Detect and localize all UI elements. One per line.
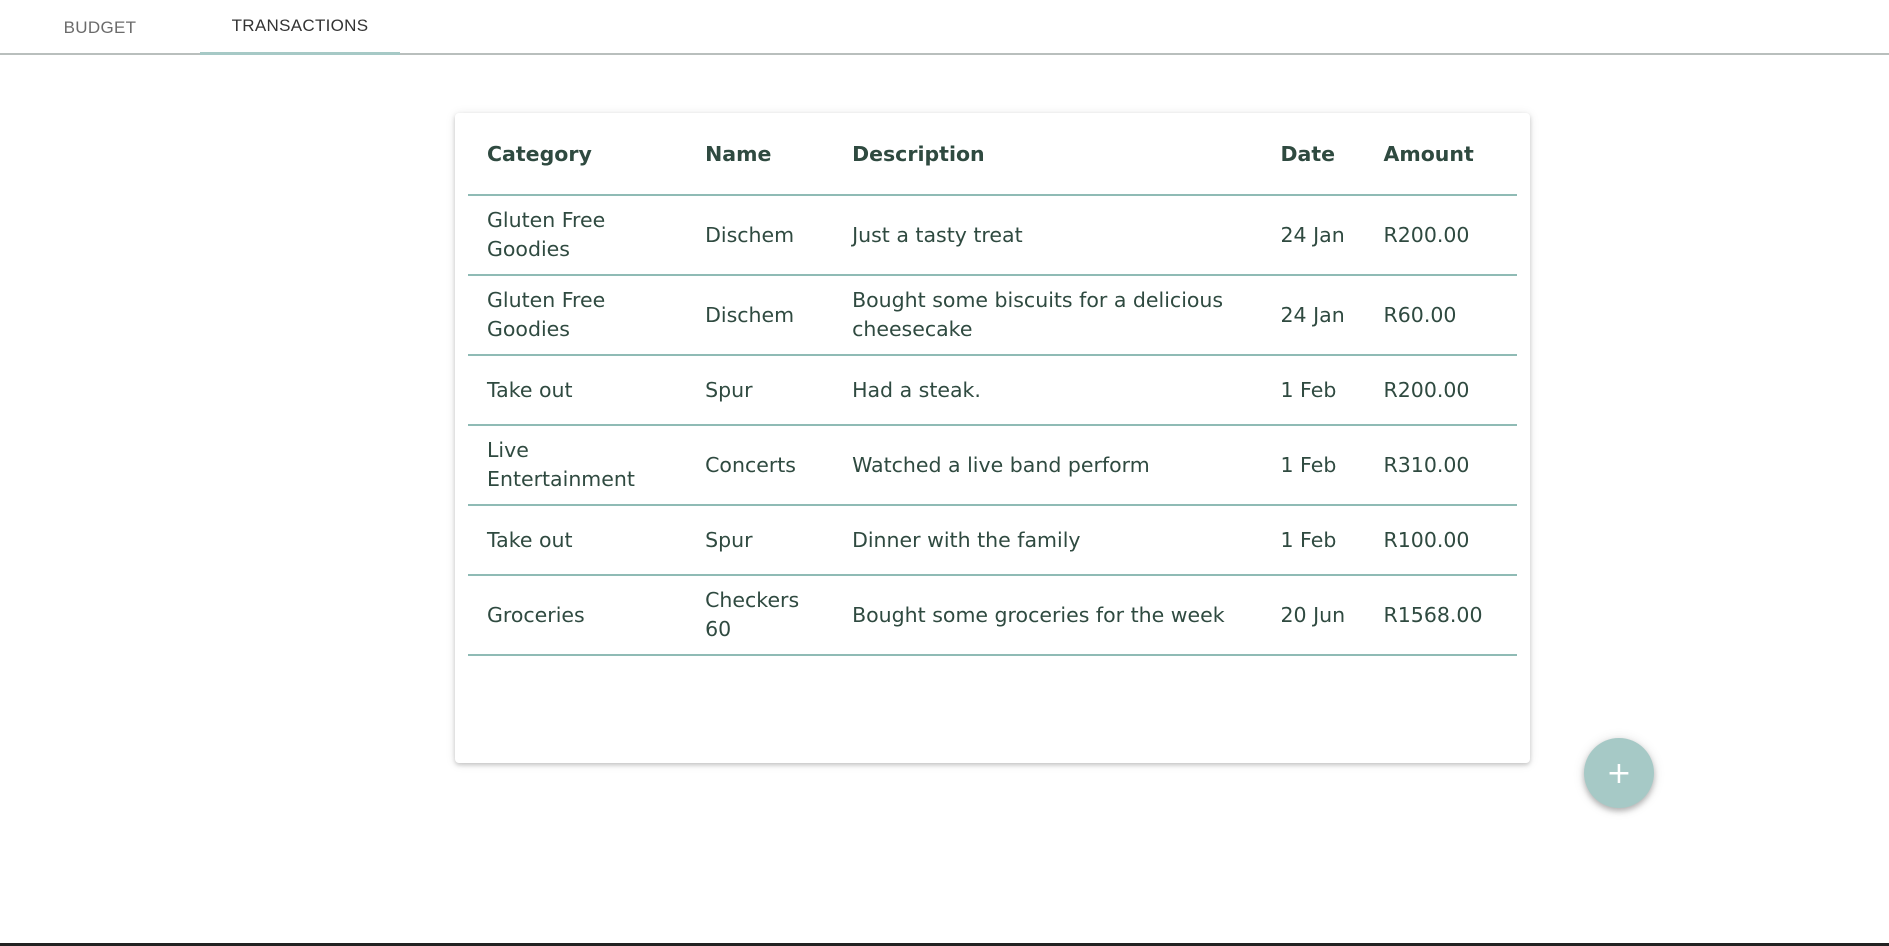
table-row[interactable]: Take out Spur Dinner with the family 1 F… [468,505,1517,576]
cell-name: Spur [686,505,834,576]
cell-description: Just a tasty treat [833,195,1262,276]
cell-description: Bought some groceries for the week [833,575,1262,656]
transactions-table: Category Name Description Date Amount Gl… [468,113,1517,656]
cell-category: Groceries [468,575,687,656]
cell-amount: R1568.00 [1364,575,1517,656]
table-row[interactable]: Take out Spur Had a steak. 1 Feb R200.00 [468,355,1517,426]
cell-date: 1 Feb [1261,505,1365,576]
cell-name: Dischem [686,275,834,356]
cell-name: Dischem [686,195,834,276]
tab-bar: BUDGET TRANSACTIONS [0,0,1889,55]
cell-description: Watched a live band perform [833,425,1262,506]
header-amount: Amount [1364,113,1517,196]
header-name: Name [686,113,834,196]
cell-amount: R100.00 [1364,505,1517,576]
cell-description: Had a steak. [833,355,1262,426]
tab-budget[interactable]: BUDGET [32,0,168,55]
cell-category: Live Entertainment [468,425,687,506]
cell-name: Spur [686,355,834,426]
cell-amount: R200.00 [1364,355,1517,426]
table-row[interactable]: Gluten Free Goodies Dischem Bought some … [468,275,1517,356]
cell-date: 20 Jun [1261,575,1365,656]
table-row[interactable]: Live Entertainment Concerts Watched a li… [468,425,1517,506]
cell-date: 1 Feb [1261,425,1365,506]
cell-amount: R200.00 [1364,195,1517,276]
transactions-card: Category Name Description Date Amount Gl… [455,113,1530,763]
add-transaction-button[interactable]: + [1584,738,1654,808]
cell-category: Take out [468,355,687,426]
cell-category: Take out [468,505,687,576]
header-description: Description [833,113,1262,196]
plus-icon: + [1606,755,1632,791]
cell-description: Bought some biscuits for a delicious che… [833,275,1262,356]
tab-transactions[interactable]: TRANSACTIONS [200,0,400,55]
cell-category: Gluten Free Goodies [468,275,687,356]
cell-amount: R60.00 [1364,275,1517,356]
cell-date: 24 Jan [1261,195,1365,276]
cell-name: Checkers 60 [686,575,834,656]
cell-date: 1 Feb [1261,355,1365,426]
cell-amount: R310.00 [1364,425,1517,506]
table-row[interactable]: Gluten Free Goodies Dischem Just a tasty… [468,195,1517,276]
cell-category: Gluten Free Goodies [468,195,687,276]
header-category: Category [468,113,687,196]
cell-description: Dinner with the family [833,505,1262,576]
table-row[interactable]: Groceries Checkers 60 Bought some grocer… [468,575,1517,656]
header-date: Date [1261,113,1365,196]
cell-name: Concerts [686,425,834,506]
table-header-row: Category Name Description Date Amount [468,113,1517,196]
cell-date: 24 Jan [1261,275,1365,356]
